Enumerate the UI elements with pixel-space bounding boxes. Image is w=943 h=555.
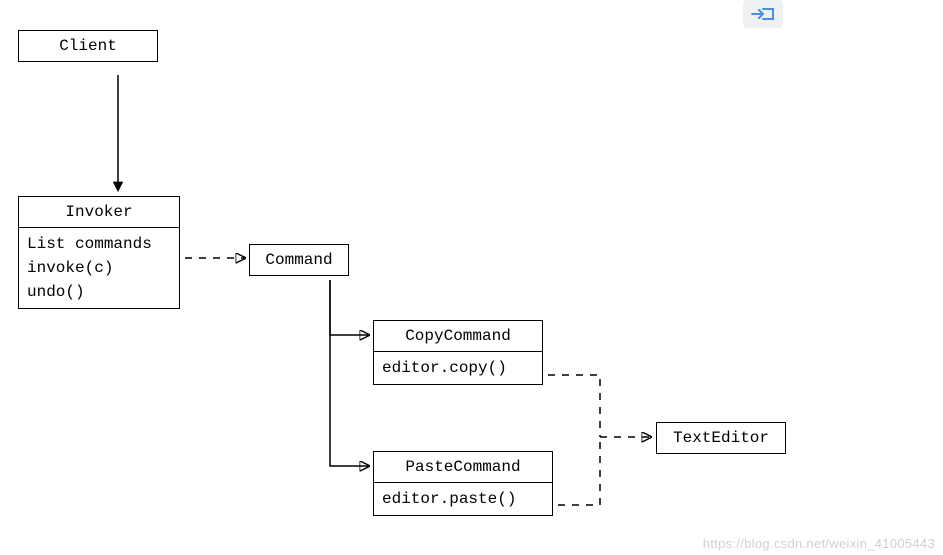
- client-title: Client: [19, 31, 157, 61]
- paste-command-title: PasteCommand: [374, 452, 552, 482]
- arrow-command-pastecommand: [330, 280, 368, 466]
- invoker-box: Invoker List commands invoke(c) undo(): [18, 196, 180, 309]
- command-box: Command: [249, 244, 349, 276]
- paste-command-box: PasteCommand editor.paste(): [373, 451, 553, 516]
- invoker-body-line1: List commands: [27, 232, 171, 256]
- invoker-title: Invoker: [19, 197, 179, 227]
- invoker-body-line2: invoke(c): [27, 256, 171, 280]
- invoker-body-line3: undo(): [27, 280, 171, 304]
- text-editor-title: TextEditor: [657, 423, 785, 453]
- copy-command-title: CopyCommand: [374, 321, 542, 351]
- arrow-command-copycommand: [330, 280, 368, 335]
- copy-command-box: CopyCommand editor.copy(): [373, 320, 543, 385]
- invoker-body: List commands invoke(c) undo(): [19, 227, 179, 308]
- dash-paste-to-merge: [558, 437, 600, 505]
- dash-copy-to-merge: [548, 375, 600, 437]
- copy-command-body: editor.copy(): [374, 351, 542, 384]
- client-box: Client: [18, 30, 158, 62]
- paste-command-body: editor.paste(): [374, 482, 552, 515]
- arrow-badge-icon: [751, 5, 775, 23]
- text-editor-box: TextEditor: [656, 422, 786, 454]
- window-badge: [743, 0, 783, 28]
- command-title: Command: [250, 245, 348, 275]
- watermark: https://blog.csdn.net/weixin_41005443: [703, 536, 935, 551]
